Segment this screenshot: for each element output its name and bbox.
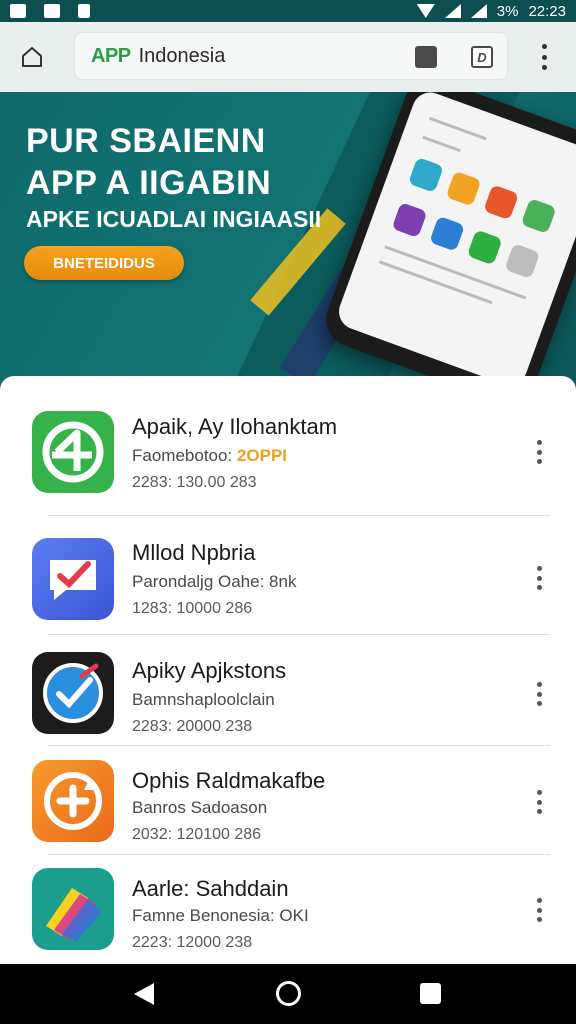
app-subtitle: Parondaljg Oahe: 8nk — [132, 572, 297, 591]
notification-icon — [10, 4, 26, 18]
more-options-button[interactable] — [532, 790, 546, 814]
hero-banner: PUR SBAIENN APP A IIGABIN APKE ICUADLAI … — [0, 92, 576, 392]
message-icon — [44, 4, 60, 18]
app-title: Aarle: Sahddain — [132, 876, 289, 901]
app-meta: 2223: 12000 238 — [132, 934, 253, 951]
recents-icon[interactable] — [420, 983, 441, 1004]
more-options-button[interactable] — [532, 440, 546, 464]
hero-title-line1: PUR SBAIENN — [26, 122, 266, 160]
more-options-button[interactable] — [532, 682, 546, 706]
status-bar: 3% 22:23 — [0, 0, 576, 22]
app-root: 3% 22:23 APP Indonesia D PUR SBAIENN APP… — [0, 0, 576, 1024]
list-item[interactable]: Ophis Raldmakafbe Banros Sadoason 2032: … — [0, 748, 576, 868]
app-meta: 2283: 20000 238 — [132, 718, 253, 735]
divider — [48, 634, 550, 635]
app-list: Apaik, Ay Ilohanktam Faomebotoo: 2OPPI 2… — [0, 376, 576, 964]
chat-check-icon — [32, 538, 114, 620]
app-meta: 2283: 130.00 283 — [132, 474, 257, 491]
app-meta: 2032: 120100 286 — [132, 826, 262, 843]
overflow-menu-button[interactable] — [532, 44, 556, 70]
signal-icon — [444, 4, 461, 18]
layers-icon — [32, 868, 114, 950]
divider — [48, 745, 550, 746]
document-icon[interactable] — [415, 46, 437, 68]
clock: 22:23 — [528, 2, 566, 20]
list-item[interactable]: Apiky Apjkstons Bamnshaploolclain 2283: … — [0, 638, 576, 758]
more-options-button[interactable] — [532, 898, 546, 922]
tab-switcher-button[interactable]: D — [471, 46, 493, 68]
battery-level: 3% — [496, 2, 519, 20]
list-item[interactable]: Mllod Npbria Parondaljg Oahe: 8nk 1283: … — [0, 518, 576, 638]
ap-logo-icon — [32, 411, 114, 493]
list-item[interactable]: Aarle: Sahddain Famne Benonesia: OKI 222… — [0, 856, 576, 976]
app-subtitle: Famne Benonesia: OKI — [132, 906, 309, 925]
navigation-bar — [0, 964, 576, 1024]
upload-icon — [78, 4, 90, 18]
wifi-icon — [416, 4, 435, 18]
app-title: Apiky Apjkstons — [132, 658, 287, 683]
hero-cta-button[interactable]: BNETEIDIDUS — [24, 246, 184, 280]
signal-icon-2 — [470, 4, 487, 18]
divider — [48, 854, 550, 855]
check-circle-icon — [32, 652, 114, 734]
app-title: Mllod Npbria — [132, 540, 256, 565]
url-brand: APP — [91, 44, 131, 67]
hero-title-line2: APP A IIGABIN — [26, 164, 272, 202]
app-title: Apaik, Ay Ilohanktam — [132, 414, 338, 439]
url-text: Indonesia — [138, 44, 226, 67]
back-icon[interactable] — [134, 983, 154, 1005]
home-icon — [22, 47, 42, 67]
hero-subtitle: APKE ICUADLAI INGIAASII — [26, 206, 322, 232]
address-bar[interactable]: APP Indonesia D — [74, 32, 508, 80]
app-meta: 1283: 10000 286 — [132, 600, 253, 617]
list-item[interactable]: Apaik, Ay Ilohanktam Faomebotoo: 2OPPI 2… — [0, 396, 576, 516]
app-title: Ophis Raldmakafbe — [132, 768, 326, 793]
divider — [48, 515, 550, 516]
app-subtitle: Faomebotoo: 2OPPI — [132, 446, 288, 465]
app-subtitle: Bamnshaploolclain — [132, 690, 275, 709]
home-circle-icon[interactable] — [276, 981, 301, 1006]
plus-sync-icon — [32, 760, 114, 842]
more-options-button[interactable] — [532, 566, 546, 590]
app-subtitle: Banros Sadoason — [132, 798, 268, 817]
home-button[interactable] — [0, 22, 64, 92]
browser-toolbar: APP Indonesia D — [0, 22, 576, 92]
